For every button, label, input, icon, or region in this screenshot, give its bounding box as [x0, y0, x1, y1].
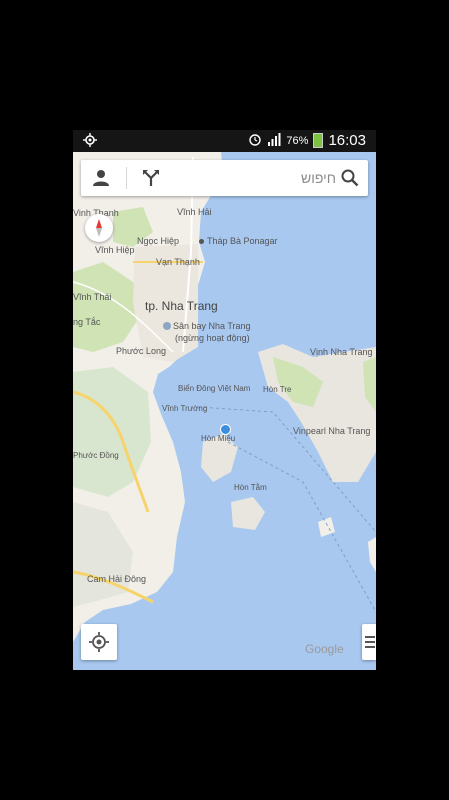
directions-icon[interactable] [141, 168, 161, 188]
label-hon-tre: Hòn Tre [263, 385, 292, 394]
google-watermark: Google [305, 642, 344, 656]
label-vinh-hiep: Vĩnh Hiệp [95, 245, 135, 255]
label-vinpearl: Vinpearl Nha Trang [293, 426, 371, 436]
poi-dot-icon [199, 239, 204, 244]
label-ngoc-hiep: Ngọc Hiệp [137, 236, 180, 246]
map-graphics [73, 152, 376, 670]
search-divider [126, 167, 127, 189]
map-canvas[interactable]: Vinh Thạnh Vĩnh Hải Ngọc Hiệp Tháp Bà Po… [73, 152, 376, 670]
label-cam-hai-dong: Cam Hải Đông [87, 574, 147, 584]
clock: 16:03 [328, 132, 366, 149]
label-thap-ba: Tháp Bà Ponagar [207, 236, 278, 246]
search-icon[interactable] [340, 168, 360, 188]
search-bar[interactable]: חיפוש [81, 160, 368, 196]
phone-screen: 76% 16:03 Vinh Thạnh Vĩnh Hải Ngọc Hiệp … [73, 130, 376, 670]
label-vinh-thai: Vĩnh Thái [73, 292, 112, 302]
my-location-button[interactable] [81, 624, 117, 660]
search-input[interactable]: חיפוש [301, 170, 336, 186]
menu-button[interactable] [362, 624, 376, 660]
label-vinh-truong: Vĩnh Trường [162, 404, 208, 413]
signal-icon [267, 132, 281, 149]
label-hon-tam: Hòn Tằm [234, 483, 267, 492]
label-airport-1: Sân bay Nha Trang [173, 321, 251, 331]
label-airport-2: (ngừng hoạt động) [175, 333, 250, 343]
compass-icon[interactable] [85, 214, 113, 242]
airport-icon [163, 322, 171, 330]
gps-icon [83, 133, 97, 152]
label-vinh-nha-trang: Vịnh Nha Trang [310, 347, 373, 357]
my-location-icon [89, 632, 109, 652]
battery-percent: 76% [286, 134, 309, 147]
alarm-icon [248, 132, 262, 149]
menu-icon [365, 636, 375, 648]
account-icon[interactable] [91, 168, 111, 188]
label-phuoc-dong: Phước Đồng [73, 451, 119, 460]
label-city: tp. Nha Trang [145, 299, 218, 313]
label-phuoc-long: Phước Long [116, 346, 166, 356]
status-bar: 76% 16:03 [73, 130, 376, 152]
label-van-thanh: Vạn Thạnh [156, 257, 200, 267]
battery-icon [313, 133, 324, 148]
label-bien-dong: Biển Đông Việt Nam [178, 384, 251, 393]
label-hon-mieu: Hòn Miễu [201, 434, 236, 443]
label-ng-tac: ng Tắc [73, 317, 101, 327]
label-vinh-hai: Vĩnh Hải [177, 207, 212, 217]
location-dot-icon[interactable] [220, 424, 231, 435]
